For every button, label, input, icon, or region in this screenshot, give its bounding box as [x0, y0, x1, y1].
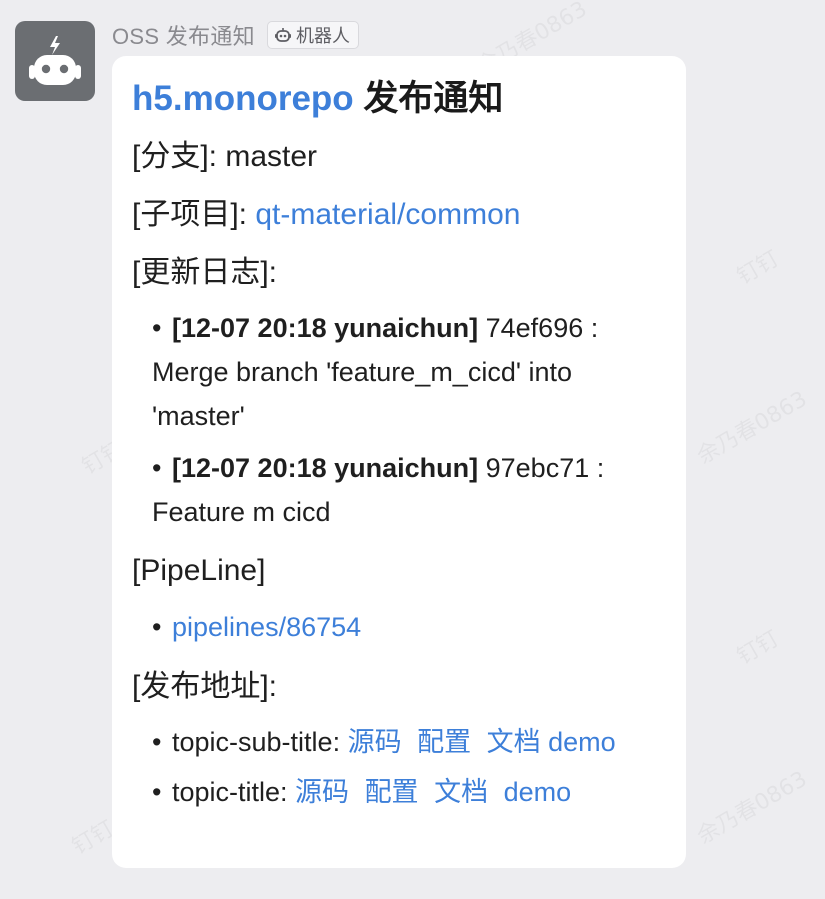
- branch-field: [分支]: master: [132, 128, 672, 186]
- branch-value: master: [225, 140, 318, 173]
- sender-avatar[interactable]: [15, 21, 95, 101]
- source-link[interactable]: 源码: [348, 727, 402, 757]
- watermark: 钉钉: [730, 621, 784, 671]
- bullet: •: [152, 453, 162, 483]
- robot-small-icon: [274, 26, 292, 44]
- subproject-link[interactable]: qt-material/common: [255, 198, 520, 231]
- deploy-list: • topic-sub-title: 源码 配置 文档 demo • topic-t…: [132, 720, 672, 814]
- docs-link[interactable]: 文档: [487, 727, 541, 757]
- branch-label: [分支]:: [132, 140, 218, 173]
- subproject-label: [子项目]:: [132, 198, 248, 231]
- sender-name[interactable]: OSS 发布通知: [112, 19, 255, 51]
- list-item: • topic-title: 源码 配置 文档 demo: [152, 770, 672, 814]
- docs-link[interactable]: 文档: [434, 777, 488, 807]
- repo-link[interactable]: h5.monorepo: [132, 79, 354, 118]
- watermark: 余乃春0863: [690, 762, 812, 851]
- deploy-name: topic-title:: [172, 777, 296, 807]
- bullet: •: [152, 612, 162, 642]
- subproject-field: [子项目]: qt-material/common: [132, 186, 672, 244]
- message-title: h5.monorepo 发布通知: [132, 74, 672, 124]
- message-bubble[interactable]: h5.monorepo 发布通知 [分支]: master [子项目]: qt-…: [112, 56, 686, 868]
- deploy-name: topic-sub-title:: [172, 727, 348, 757]
- bullet: •: [152, 727, 162, 757]
- watermark: 钉钉: [730, 241, 784, 291]
- title-suffix: 发布通知: [353, 79, 504, 118]
- list-item: • [12-07 20:18 yunaichun] 74ef696 : Merge…: [152, 306, 672, 438]
- message-content: h5.monorepo 发布通知 [分支]: master [子项目]: qt-…: [132, 74, 672, 820]
- list-item: • topic-sub-title: 源码 配置 文档 demo: [152, 720, 672, 764]
- robot-icon: [29, 36, 81, 85]
- deploy-label: [发布地址]:: [132, 670, 278, 703]
- bullet: •: [152, 313, 162, 343]
- watermark: 余乃春0863: [690, 382, 812, 471]
- config-link[interactable]: 配置: [365, 777, 419, 807]
- pipeline-list: • pipelines/86754: [132, 604, 672, 650]
- list-item: • [12-07 20:18 yunaichun] 97ebc71 : Featu…: [152, 446, 672, 534]
- demo-link[interactable]: demo: [504, 777, 572, 807]
- log-author: [12-07 20:18 yunaichun]: [172, 453, 479, 483]
- config-link[interactable]: 配置: [417, 727, 471, 757]
- demo-link[interactable]: demo: [548, 727, 616, 757]
- changelog-list: • [12-07 20:18 yunaichun] 74ef696 : Merge…: [132, 306, 672, 534]
- robot-badge: 机器人: [266, 21, 359, 49]
- chat-page: 余乃春0863 余乃春0863 余乃春0863 余乃春0863 余乃春0863 …: [0, 0, 825, 899]
- pipeline-label: [PipeLine]: [132, 554, 266, 587]
- watermark: 钉钉: [65, 811, 119, 861]
- bullet: •: [152, 777, 162, 807]
- sender-row: OSS 发布通知 机器人: [112, 20, 359, 50]
- robot-badge-label: 机器人: [295, 26, 350, 46]
- list-item: • pipelines/86754: [152, 604, 672, 650]
- pipeline-link[interactable]: pipelines/86754: [172, 612, 361, 642]
- log-author: [12-07 20:18 yunaichun]: [172, 313, 479, 343]
- changelog-label: [更新日志]:: [132, 256, 278, 289]
- source-link[interactable]: 源码: [295, 777, 349, 807]
